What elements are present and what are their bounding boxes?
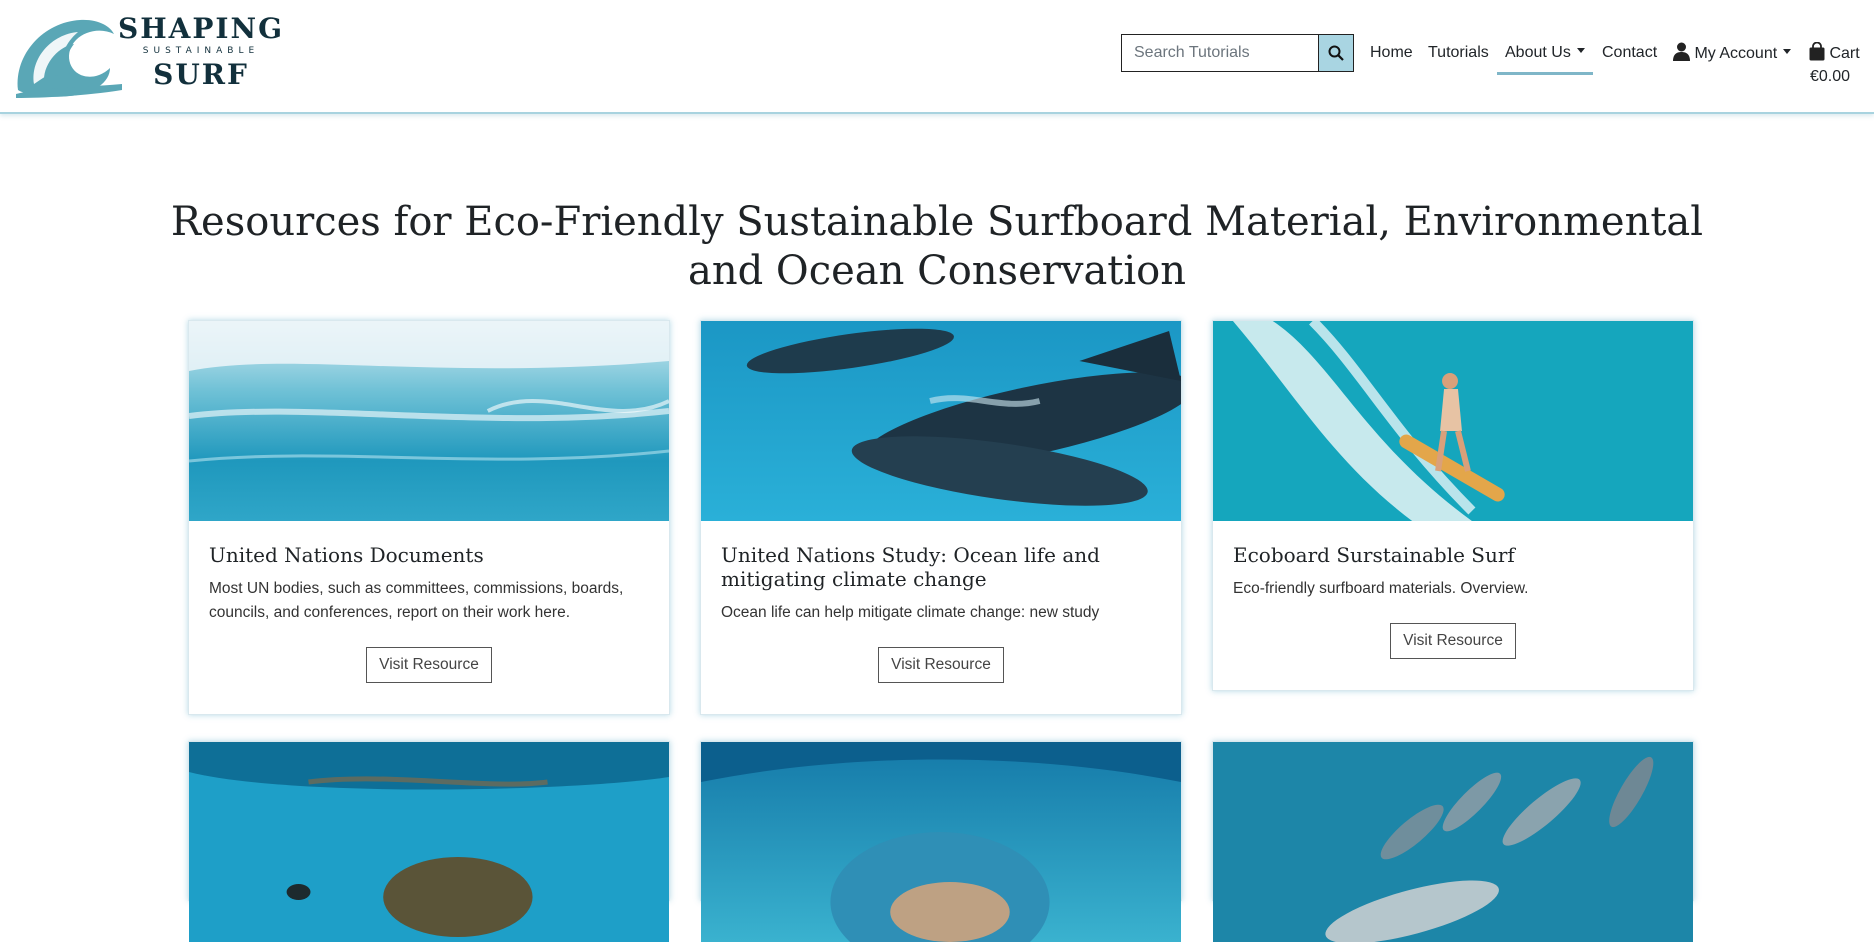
card-body: United Nations Documents Most UN bodies,… [189, 521, 669, 701]
card-title: United Nations Study: Ocean life and mit… [721, 543, 1100, 591]
dolphins-underwater-image [701, 321, 1181, 521]
resource-card: Ecoboard Surstainable Surf Eco-friendly … [1212, 320, 1694, 691]
visit-resource-button[interactable]: Visit Resource [1390, 623, 1516, 659]
caret-down-icon [1576, 48, 1585, 54]
resource-card: United Nations Documents Most UN bodies,… [188, 320, 670, 715]
cart-total: €0.00 [1810, 68, 1851, 85]
sea-turtle-image [189, 742, 669, 942]
nav-home[interactable]: Home [1370, 44, 1413, 62]
card-button-wrap: Visit Resource [721, 647, 1161, 683]
brand-line-1: SHAPING [117, 12, 285, 45]
card-title: United Nations Documents [209, 543, 484, 567]
dolphin-pod-image [1213, 742, 1693, 942]
navbar: SHAPING SUSTAINABLE SURF Home Tutorials … [0, 0, 1874, 114]
nav-tutorials[interactable]: Tutorials [1428, 44, 1489, 62]
search-icon [1328, 45, 1344, 61]
ocean-wave-closeup-image [189, 321, 669, 521]
card-text: Ocean life can help mitigate climate cha… [721, 604, 1100, 621]
card-text: Most UN bodies, such as committees, comm… [209, 580, 624, 621]
shopping-bag-icon [1809, 41, 1825, 61]
caret-down-icon [1783, 49, 1792, 55]
resource-card [700, 741, 1182, 942]
surfer-aerial-image [1213, 321, 1693, 521]
card-text: Eco-friendly surfboard materials. Overvi… [1233, 580, 1529, 597]
visit-resource-button[interactable]: Visit Resource [366, 647, 492, 683]
nav-cart-label: Cart [1829, 45, 1860, 62]
nav-about-label: About Us [1505, 44, 1571, 61]
wave-barrel-image [701, 742, 1181, 942]
nav-account-label: My Account [1694, 45, 1778, 62]
brand-logo[interactable]: SHAPING SUSTAINABLE SURF [14, 12, 282, 98]
visit-resource-button[interactable]: Visit Resource [878, 647, 1004, 683]
resource-card [188, 741, 670, 942]
resource-card: United Nations Study: Ocean life and mit… [700, 320, 1182, 715]
nav-about-dropdown[interactable]: About Us [1497, 44, 1593, 75]
user-icon [1673, 42, 1690, 61]
page-title: Resources for Eco-Friendly Sustainable S… [170, 199, 1704, 294]
nav-contact[interactable]: Contact [1602, 44, 1657, 62]
card-body: Ecoboard Surstainable Surf Eco-friendly … [1213, 521, 1693, 677]
card-title: Ecoboard Surstainable Surf [1233, 543, 1515, 567]
card-button-wrap: Visit Resource [209, 647, 649, 683]
search-form [1121, 34, 1354, 72]
search-button[interactable] [1318, 34, 1354, 72]
wave-logo-icon [16, 19, 122, 98]
nav-account-dropdown[interactable]: My Account [1673, 42, 1792, 63]
card-body: United Nations Study: Ocean life and mit… [701, 521, 1181, 701]
resource-card [1212, 741, 1694, 942]
search-input[interactable] [1121, 34, 1318, 72]
brand-line-3: SURF [153, 58, 249, 91]
brand-line-2: SUSTAINABLE [142, 46, 260, 56]
nav-cart[interactable]: Cart [1809, 41, 1860, 63]
card-button-wrap: Visit Resource [1233, 623, 1673, 659]
